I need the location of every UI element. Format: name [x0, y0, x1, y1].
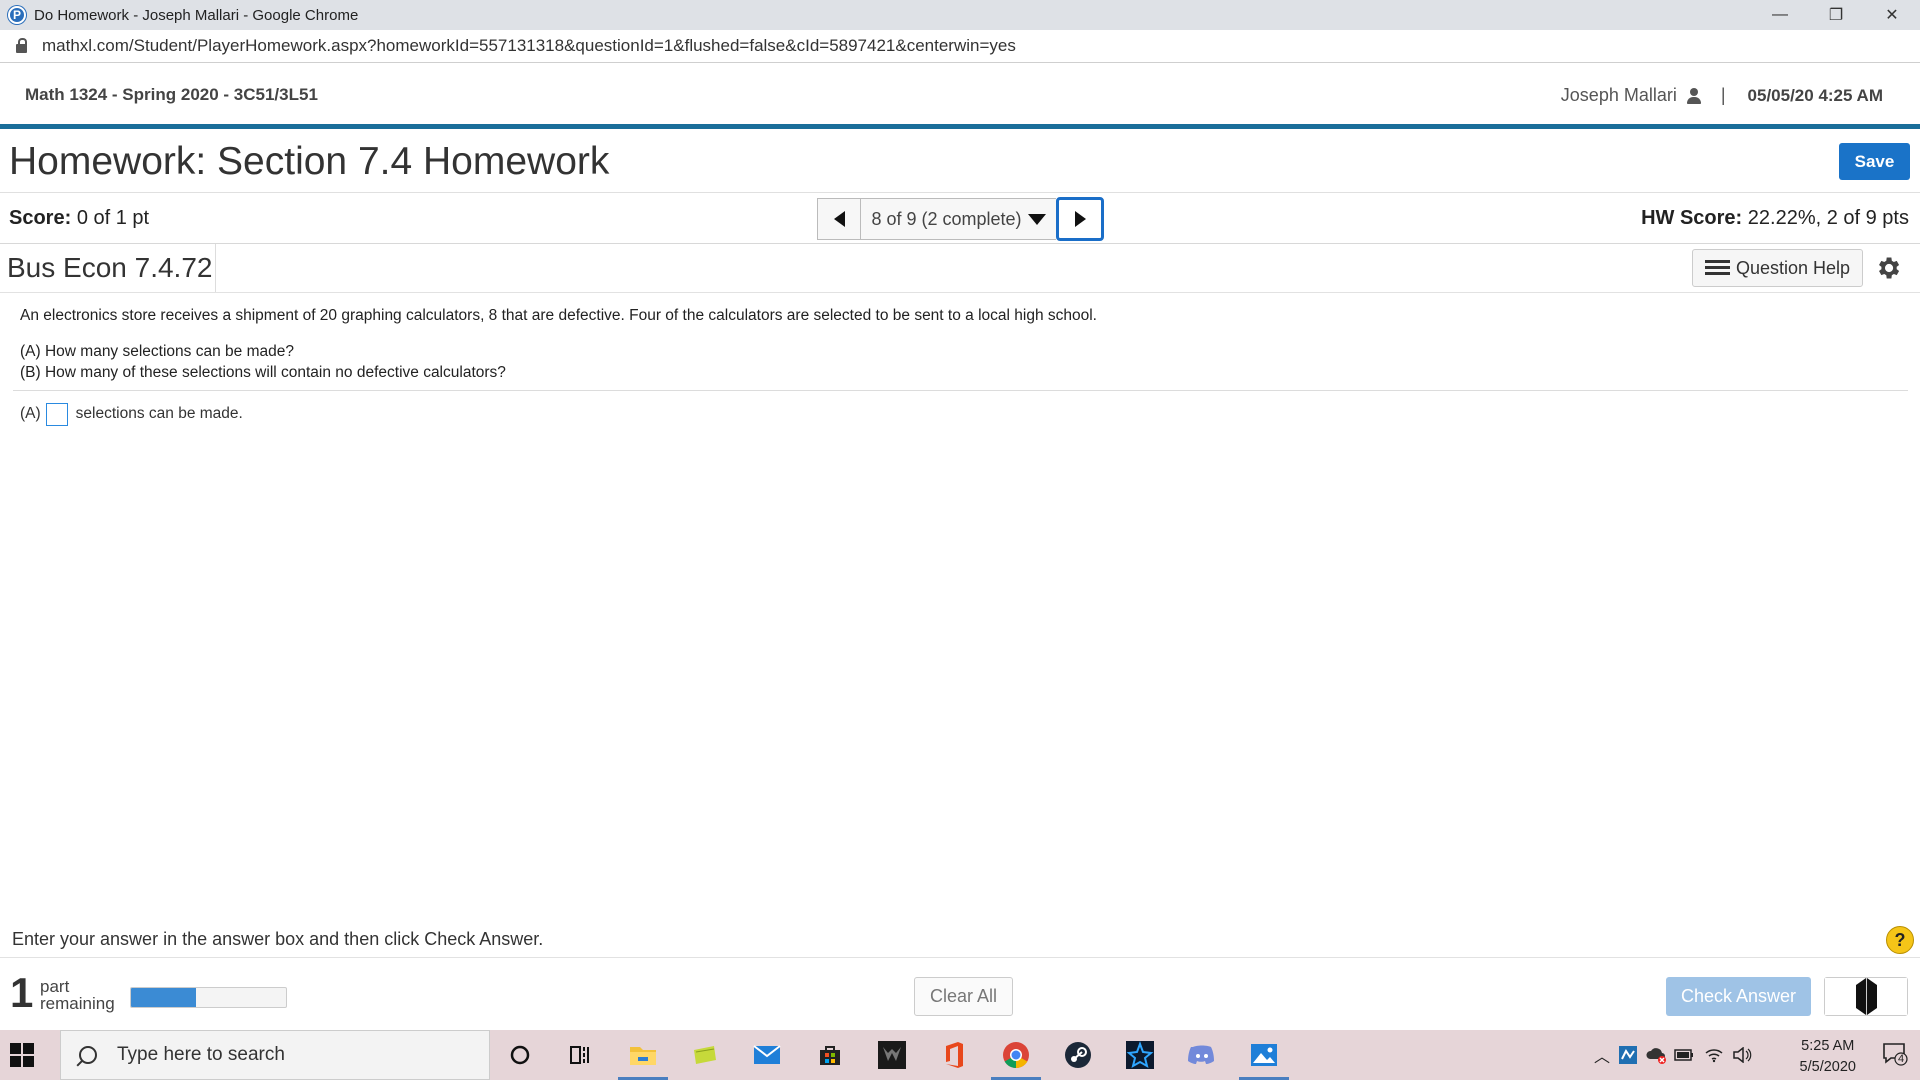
gear-icon[interactable] — [1874, 254, 1902, 282]
mail-icon[interactable] — [752, 1040, 782, 1070]
arrow-left-icon — [1825, 978, 1866, 1015]
minimize-button[interactable]: — — [1752, 0, 1808, 30]
file-explorer-icon[interactable] — [628, 1040, 658, 1070]
course-header: Math 1324 - Spring 2020 - 3C51/3L51 Jose… — [0, 63, 1920, 129]
taskbar-search-placeholder: Type here to search — [117, 1044, 285, 1065]
problem-id: Bus Econ 7.4.72 — [0, 244, 216, 292]
pearson-favicon-icon: P — [8, 6, 26, 24]
help-icon[interactable]: ? — [1886, 926, 1914, 954]
question-part-b: (B) How many of these selections will co… — [20, 363, 506, 381]
hw-score-value: 22.22%, 2 of 9 pts — [1747, 207, 1909, 229]
next-question-button[interactable] — [1056, 197, 1104, 241]
arrow-right-icon — [1867, 978, 1907, 1015]
task-view-icon[interactable] — [565, 1040, 595, 1070]
answer-line: (A) selections can be made. — [20, 402, 243, 426]
instruction-text: Enter your answer in the answer box and … — [12, 929, 544, 949]
problem-bar: Bus Econ 7.4.72 Question Help — [0, 244, 1920, 293]
save-button[interactable]: Save — [1839, 143, 1910, 180]
check-answer-button[interactable]: Check Answer — [1666, 977, 1811, 1016]
predator-sense-icon[interactable] — [877, 1040, 907, 1070]
question-help-button[interactable]: Question Help — [1692, 249, 1863, 287]
score-bar: Score: 0 of 1 pt 8 of 9 (2 complete) HW … — [0, 192, 1920, 244]
taskbar-clock[interactable]: 5:25 AM 5/5/2020 — [1800, 1036, 1856, 1078]
photos-icon[interactable] — [1249, 1040, 1279, 1070]
arrow-right-icon — [1074, 211, 1086, 227]
clock-time: 5:25 AM — [1801, 1038, 1855, 1054]
notification-count: 4 — [1897, 1053, 1905, 1065]
cortana-icon[interactable] — [505, 1040, 535, 1070]
clock-date: 5/5/2020 — [1799, 1059, 1856, 1075]
bottom-previous-button[interactable] — [1825, 978, 1866, 1015]
notification-center-icon[interactable]: 4 — [1882, 1042, 1908, 1066]
question-part-a: (A) How many selections can be made? — [20, 343, 294, 360]
parts-progress-bar — [130, 987, 287, 1008]
lock-icon — [16, 37, 27, 53]
close-button[interactable]: ✕ — [1864, 0, 1920, 30]
wifi-icon[interactable] — [1704, 1047, 1724, 1063]
course-title: Math 1324 - Spring 2020 - 3C51/3L51 — [25, 85, 318, 104]
parts-remaining-label: part remaining — [40, 977, 115, 1013]
clear-all-button[interactable]: Clear All — [914, 977, 1013, 1016]
question-help-label: Question Help — [1735, 257, 1851, 278]
defender-icon[interactable] — [1618, 1045, 1638, 1065]
question-selector-dropdown[interactable]: 8 of 9 (2 complete) — [861, 198, 1056, 240]
hw-score: HW Score: 22.22%, 2 of 9 pts — [1641, 207, 1909, 230]
volume-icon[interactable] — [1732, 1047, 1752, 1063]
battery-icon[interactable] — [1674, 1048, 1694, 1062]
taskbar-search-box[interactable]: Type here to search — [60, 1030, 490, 1080]
bottom-next-button[interactable] — [1866, 978, 1907, 1015]
windows-taskbar: Type here to search ︿ 5:25 AM 5/5/2020 4 — [0, 1030, 1920, 1080]
chrome-icon[interactable] — [1001, 1040, 1031, 1070]
browser-title-bar: P Do Homework - Joseph Mallari - Google … — [0, 0, 1920, 30]
url-text[interactable]: mathxl.com/Student/PlayerHomework.aspx?h… — [42, 36, 1016, 56]
question-selector-label: 8 of 9 (2 complete) — [871, 208, 1022, 229]
address-bar[interactable]: mathxl.com/Student/PlayerHomework.aspx?h… — [0, 30, 1920, 63]
bottom-bar: 1 part remaining Clear All Check Answer — [0, 957, 1920, 1030]
arrow-left-icon — [833, 211, 845, 227]
caret-down-icon — [1027, 213, 1046, 225]
answer-prefix: (A) — [20, 405, 41, 422]
question-navigator: 8 of 9 (2 complete) — [817, 197, 1104, 241]
user-area: Joseph Mallari | 05/05/20 4:25 AM — [1561, 85, 1883, 106]
score-label: Score: — [9, 207, 72, 229]
question-parts: (A) How many selections can be made? (B)… — [20, 342, 506, 383]
question-score: Score: 0 of 1 pt — [9, 207, 149, 230]
window-title: Do Homework - Joseph Mallari - Google Ch… — [34, 6, 359, 24]
bottom-question-navigator — [1824, 977, 1908, 1016]
parts-remaining-count: 1 — [10, 969, 34, 1016]
hw-score-label: HW Score: — [1641, 207, 1743, 229]
answer-suffix: selections can be made. — [75, 405, 243, 422]
list-icon — [1704, 260, 1730, 276]
page-title: Homework: Section 7.4 Homework — [9, 140, 610, 183]
answer-input[interactable] — [45, 402, 68, 426]
user-name[interactable]: Joseph Mallari — [1561, 85, 1677, 106]
separator: | — [1720, 85, 1726, 105]
score-value: 0 of 1 pt — [76, 207, 150, 229]
onedrive-error-icon[interactable] — [1646, 1045, 1668, 1065]
search-icon — [79, 1046, 97, 1064]
restore-button[interactable]: ❐ — [1808, 0, 1864, 30]
system-tray: ︿ — [1594, 1030, 1752, 1080]
sticky-notes-icon[interactable] — [690, 1040, 720, 1070]
chevron-up-icon[interactable]: ︿ — [1594, 1043, 1610, 1067]
discord-icon[interactable] — [1187, 1040, 1217, 1070]
microsoft-store-icon[interactable] — [815, 1040, 845, 1070]
progress-fill — [131, 988, 197, 1007]
current-datetime: 05/05/20 4:25 AM — [1747, 85, 1883, 105]
divider — [13, 390, 1908, 391]
battlenet-icon[interactable] — [1125, 1040, 1155, 1070]
user-icon — [1686, 87, 1701, 104]
question-text: An electronics store receives a shipment… — [20, 307, 1097, 324]
office-icon[interactable] — [939, 1040, 969, 1070]
windows-start-icon[interactable] — [10, 1043, 34, 1067]
previous-question-button[interactable] — [817, 198, 861, 240]
steam-icon[interactable] — [1063, 1040, 1093, 1070]
